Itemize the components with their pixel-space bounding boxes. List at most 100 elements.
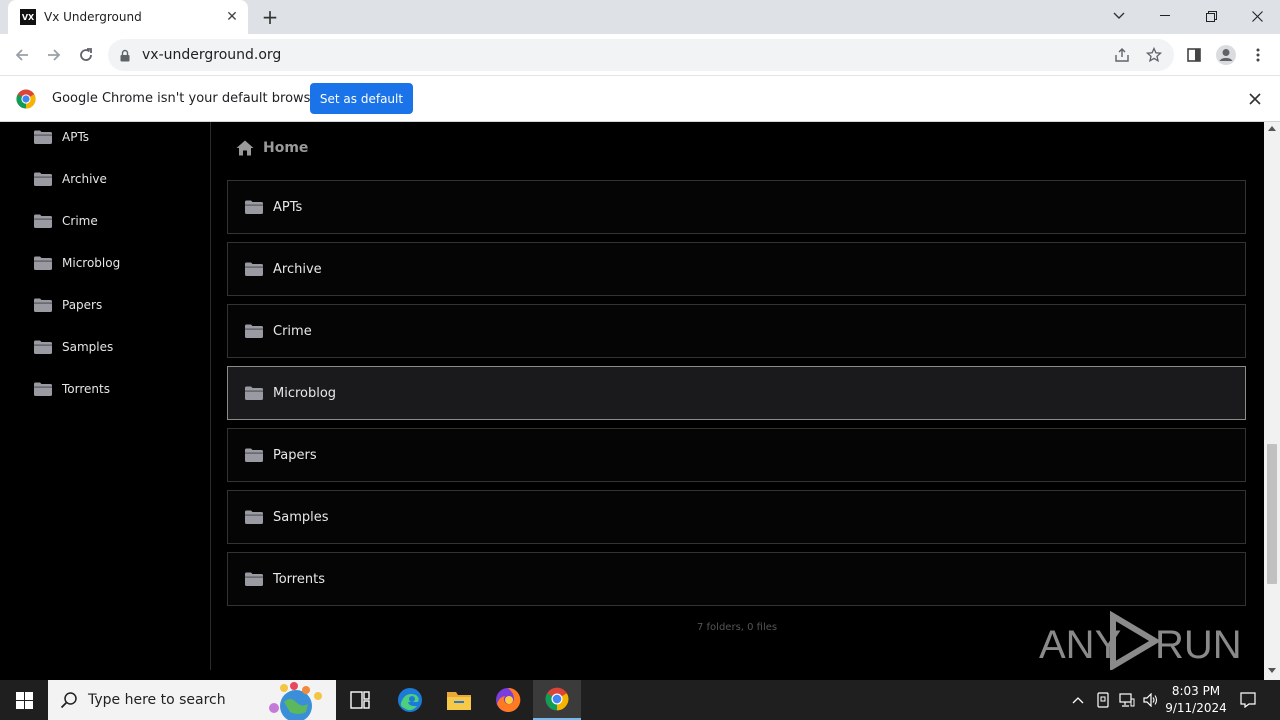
scroll-up-arrow-icon[interactable] xyxy=(1268,126,1276,131)
set-as-default-button[interactable]: Set as default xyxy=(310,83,413,114)
star-icon xyxy=(1146,47,1162,63)
share-icon xyxy=(1115,48,1129,62)
taskbar-search[interactable]: Type here to search xyxy=(48,680,336,720)
sidebar-item-microblog[interactable]: Microblog xyxy=(34,253,120,273)
folder-icon xyxy=(245,510,263,524)
home-icon xyxy=(236,140,254,156)
vertical-scrollbar[interactable] xyxy=(1264,122,1280,680)
file-browser: Home APTs Archive Crime Microblog Papers… xyxy=(211,122,1264,672)
default-browser-infobar: Google Chrome isn't your default browser… xyxy=(0,76,1280,122)
task-view-button[interactable] xyxy=(336,680,384,720)
url-text[interactable]: vx-underground.org xyxy=(142,47,281,63)
sidebar-item-label: Crime xyxy=(62,214,98,228)
windows-taskbar: Type here to search 8:03 PM 9/11/2024 xyxy=(0,680,1280,720)
tab-search-button[interactable] xyxy=(1096,0,1142,32)
sidebar-item-apts[interactable]: APTs xyxy=(34,127,89,147)
search-icon xyxy=(60,692,77,709)
profile-button[interactable] xyxy=(1212,42,1240,68)
sidebar-item-label: Microblog xyxy=(62,256,121,270)
anyrun-watermark: ANY RUN xyxy=(1039,610,1239,672)
minimize-icon xyxy=(1160,15,1170,16)
infobar-message: Google Chrome isn't your default browser xyxy=(52,91,324,106)
folder-row-microblog[interactable]: Microblog xyxy=(227,366,1246,420)
restore-icon xyxy=(1205,10,1217,22)
taskbar-clock[interactable]: 8:03 PM 9/11/2024 xyxy=(1162,683,1230,717)
folder-row-crime[interactable]: Crime xyxy=(227,304,1246,358)
network-button[interactable] xyxy=(1116,680,1138,720)
taskbar-chrome[interactable] xyxy=(533,680,581,720)
folder-icon xyxy=(245,448,263,462)
lock-icon[interactable] xyxy=(120,48,132,62)
search-highlight-globe-icon xyxy=(269,682,322,720)
page-content: APTs Archive Crime Microblog Papers Samp… xyxy=(0,122,1264,672)
browser-tab[interactable]: VX Vx Underground ✕ xyxy=(8,0,248,34)
sidebar-item-label: Papers xyxy=(62,298,103,312)
folder-row-papers[interactable]: Papers xyxy=(227,428,1246,482)
folder-name: APTs xyxy=(273,199,303,215)
watermark-text-left: ANY xyxy=(1039,623,1121,667)
folder-row-apts[interactable]: APTs xyxy=(227,180,1246,234)
taskbar-file-explorer[interactable] xyxy=(435,680,483,720)
edge-icon xyxy=(398,688,422,712)
menu-button[interactable] xyxy=(1244,42,1272,68)
firefox-icon xyxy=(496,687,521,712)
sidebar: APTs Archive Crime Microblog Papers Samp… xyxy=(0,122,211,670)
side-panel-button[interactable] xyxy=(1180,42,1208,68)
infobar-close-button[interactable] xyxy=(1246,90,1264,108)
breadcrumb[interactable]: Home xyxy=(236,140,308,156)
notifications-button[interactable] xyxy=(1234,680,1262,720)
folder-row-archive[interactable]: Archive xyxy=(227,242,1246,296)
start-button[interactable] xyxy=(0,680,48,720)
taskbar-edge[interactable] xyxy=(386,680,434,720)
back-button[interactable] xyxy=(8,42,36,68)
chrome-logo-icon xyxy=(16,89,36,109)
close-icon xyxy=(1251,10,1263,22)
minimize-button[interactable] xyxy=(1142,0,1188,32)
sidebar-item-label: Torrents xyxy=(62,382,110,396)
bookmark-button[interactable] xyxy=(1140,39,1168,71)
scroll-down-arrow-icon[interactable] xyxy=(1268,668,1276,673)
more-vertical-icon xyxy=(1256,48,1260,62)
page-bottom-edge xyxy=(0,670,1264,680)
share-button[interactable] xyxy=(1108,39,1136,71)
notification-icon xyxy=(1240,692,1256,708)
folder-summary: 7 folders, 0 files xyxy=(697,622,778,633)
folder-icon xyxy=(34,214,52,228)
sidebar-item-samples[interactable]: Samples xyxy=(34,337,113,357)
sidebar-item-papers[interactable]: Papers xyxy=(34,295,102,315)
tab-strip: VX Vx Underground ✕ + xyxy=(0,0,1280,34)
folder-row-torrents[interactable]: Torrents xyxy=(227,552,1246,606)
forward-button[interactable] xyxy=(40,42,68,68)
volume-button[interactable] xyxy=(1140,680,1162,720)
folder-icon xyxy=(245,324,263,338)
folder-icon xyxy=(34,382,52,396)
sidebar-item-archive[interactable]: Archive xyxy=(34,169,107,189)
taskbar-firefox[interactable] xyxy=(484,680,532,720)
scrollbar-thumb[interactable] xyxy=(1267,444,1277,584)
tab-title: Vx Underground xyxy=(44,10,142,24)
show-hidden-icons-button[interactable] xyxy=(1068,680,1088,720)
address-bar[interactable]: vx-underground.org xyxy=(108,39,1174,71)
sidebar-item-crime[interactable]: Crime xyxy=(34,211,98,231)
folder-icon xyxy=(34,298,52,312)
breadcrumb-home[interactable]: Home xyxy=(263,140,308,156)
sidebar-item-label: APTs xyxy=(62,130,90,144)
tab-favicon-icon: VX xyxy=(20,9,36,25)
close-window-button[interactable] xyxy=(1234,0,1280,32)
sidebar-item-torrents[interactable]: Torrents xyxy=(34,379,110,399)
folder-name: Papers xyxy=(273,447,317,463)
reload-button[interactable] xyxy=(72,42,100,68)
restore-button[interactable] xyxy=(1188,0,1234,32)
side-panel-icon xyxy=(1187,48,1201,62)
close-tab-icon[interactable]: ✕ xyxy=(224,9,240,25)
folder-name: Samples xyxy=(273,509,329,525)
folder-icon xyxy=(34,130,52,144)
chevron-up-icon xyxy=(1072,697,1084,704)
folder-name: Crime xyxy=(273,323,312,339)
folder-row-samples[interactable]: Samples xyxy=(227,490,1246,544)
new-tab-button[interactable]: + xyxy=(258,5,282,29)
search-placeholder: Type here to search xyxy=(88,692,226,708)
folder-icon xyxy=(34,256,52,270)
tray-device-button[interactable] xyxy=(1092,680,1114,720)
file-explorer-icon xyxy=(447,692,471,710)
